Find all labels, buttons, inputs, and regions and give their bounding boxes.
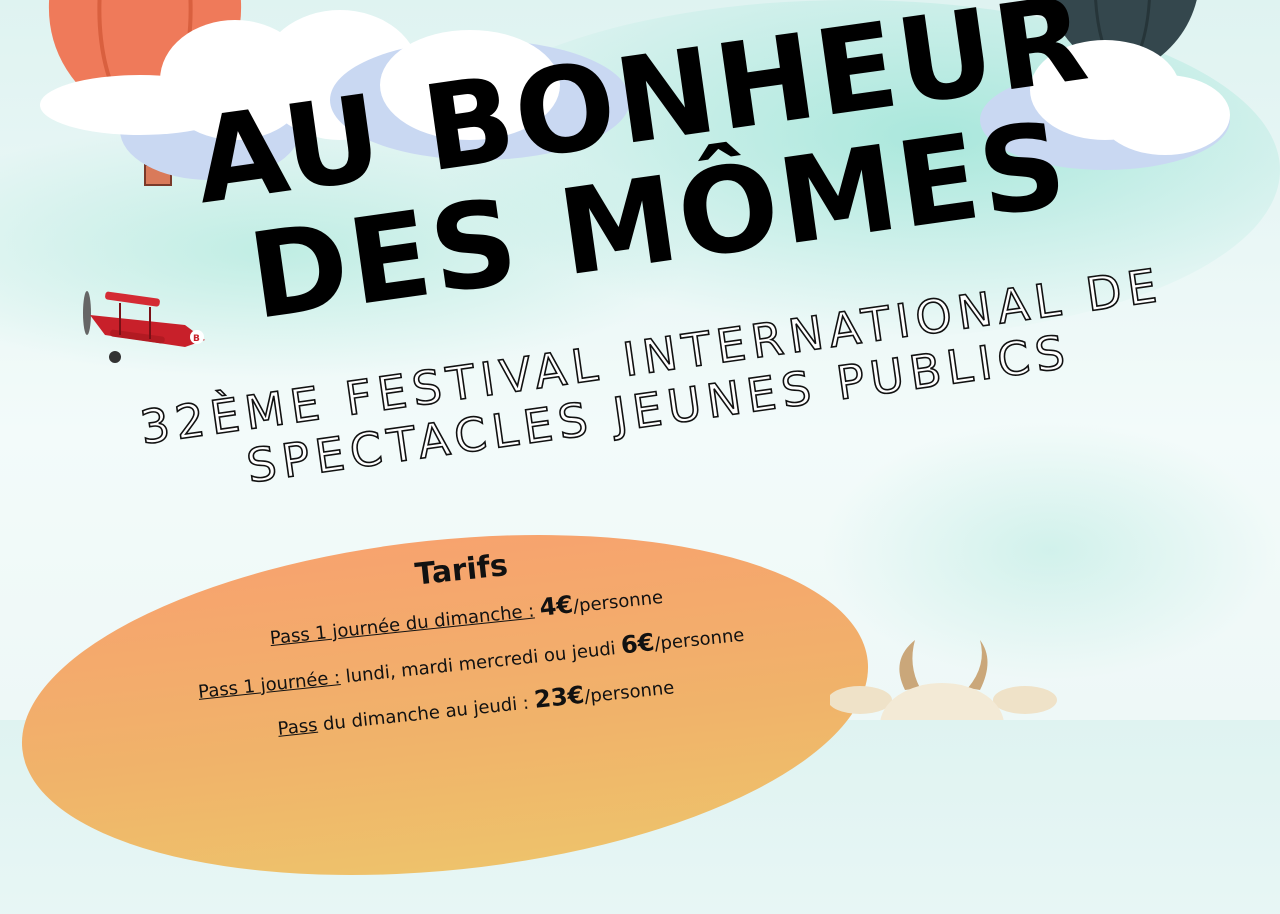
tarif-label: Pass [276, 714, 319, 740]
tarif-label: Pass 1 journée : [197, 666, 342, 703]
tarif-price: 6€ [619, 627, 656, 660]
tarif-price: 23€ [532, 680, 586, 714]
biplane-icon: B [83, 291, 205, 363]
tarif-price: 4€ [538, 590, 575, 622]
tarif-unit: /personne [572, 586, 665, 618]
tarif-unit: /personne [583, 677, 676, 708]
plane-letter: B [193, 334, 200, 344]
goat-head-icon [830, 640, 1057, 720]
tarif-unit: /personne [653, 624, 746, 655]
